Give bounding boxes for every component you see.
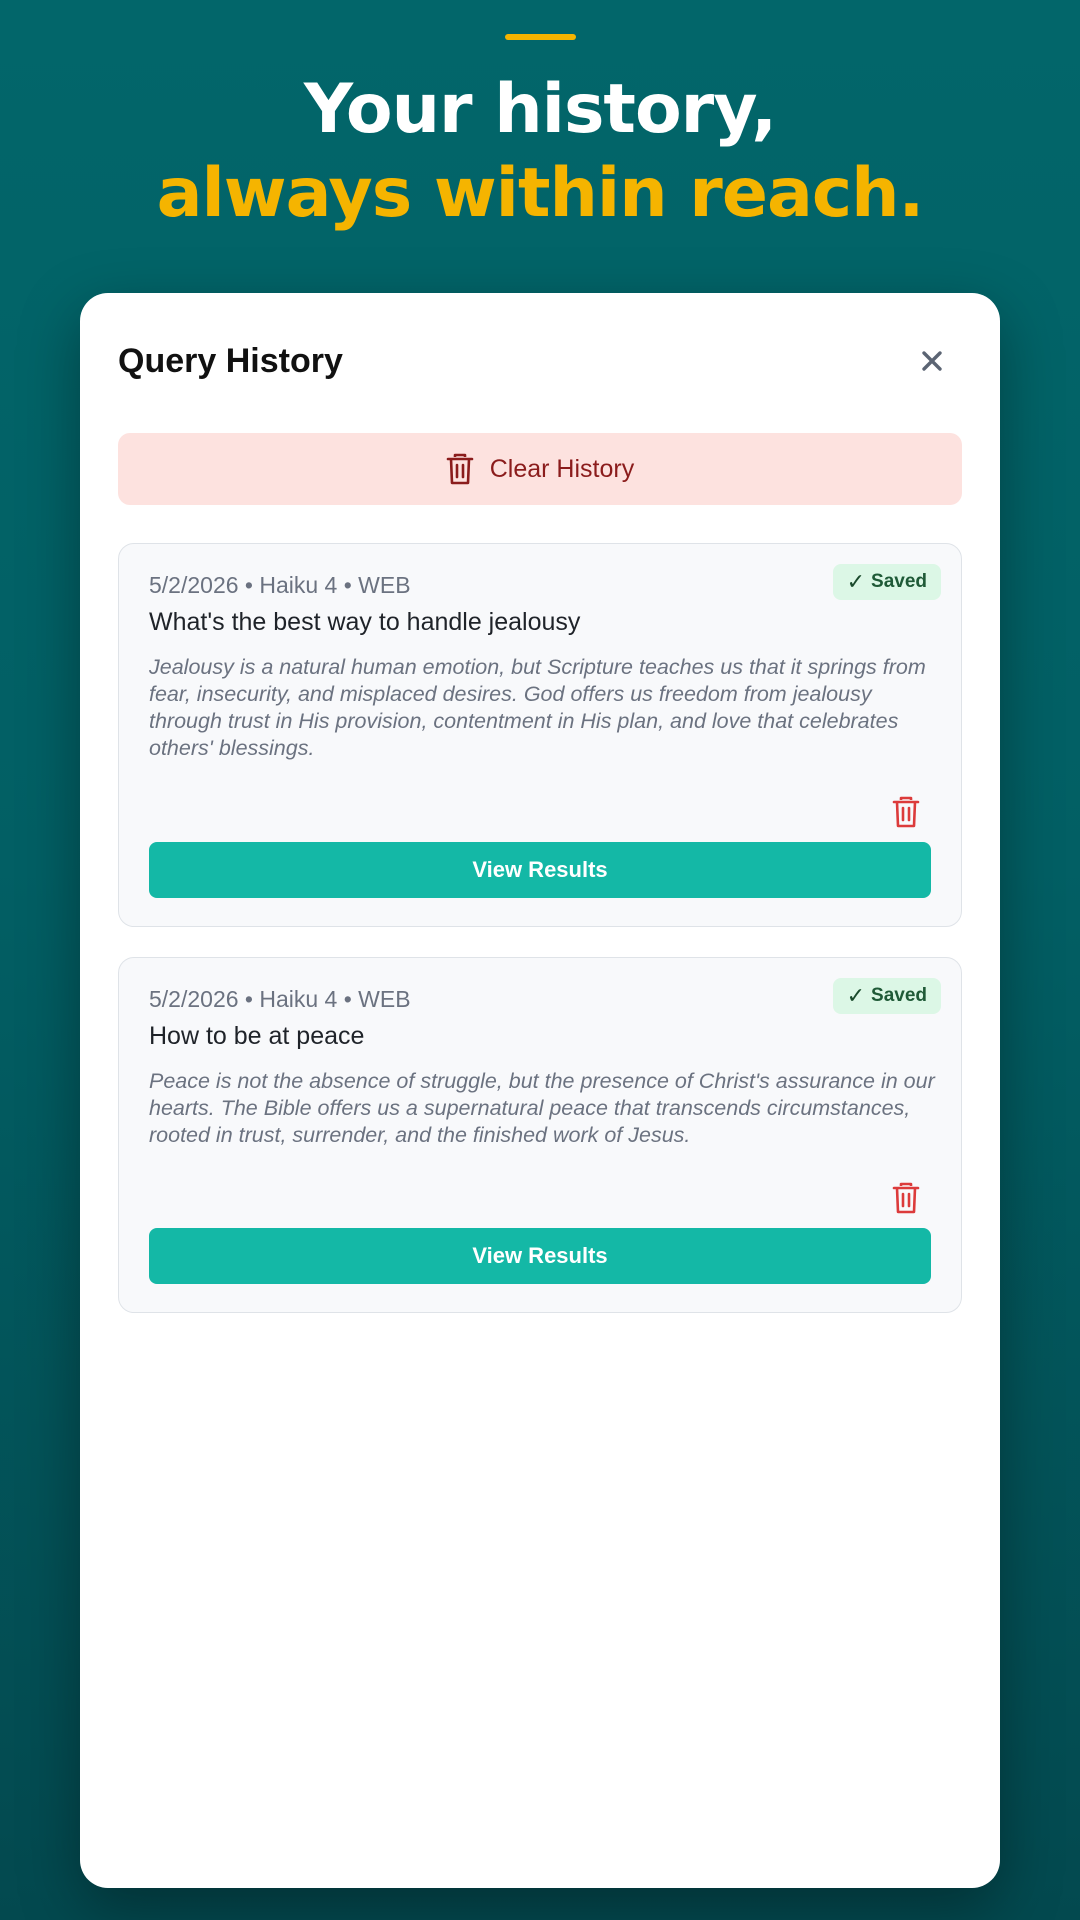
query-history-modal: Query History Clear History 5/2/2026 • H… xyxy=(80,293,1000,1888)
modal-header: Query History xyxy=(118,331,962,391)
view-results-button[interactable]: View Results xyxy=(149,842,931,898)
trash-icon xyxy=(892,1182,920,1214)
history-entry: 5/2/2026 • Haiku 4 • WEB ✓ Saved What's … xyxy=(118,543,962,927)
hero-line-2: always within reach. xyxy=(156,154,925,233)
delete-entry-button[interactable] xyxy=(889,792,923,832)
close-button[interactable] xyxy=(912,341,952,381)
entry-question: How to be at peace xyxy=(149,1022,365,1050)
modal-title: Query History xyxy=(118,342,343,380)
trash-icon xyxy=(892,796,920,828)
check-icon: ✓ xyxy=(846,983,866,1008)
trash-icon xyxy=(446,453,474,485)
close-icon xyxy=(922,351,942,371)
entry-summary: Peace is not the absence of struggle, bu… xyxy=(149,1069,935,1147)
hero-headline: Your history, always within reach. xyxy=(0,68,1080,236)
entry-question: What's the best way to handle jealousy xyxy=(149,608,581,636)
clear-history-button[interactable]: Clear History xyxy=(118,433,962,505)
saved-badge-label: Saved xyxy=(871,571,927,592)
saved-badge-label: Saved xyxy=(871,985,927,1006)
entry-summary: Jealousy is a natural human emotion, but… xyxy=(149,655,926,760)
view-results-button[interactable]: View Results xyxy=(149,1228,931,1284)
history-entry: 5/2/2026 • Haiku 4 • WEB ✓ Saved How to … xyxy=(118,957,962,1313)
hero-line-1: Your history, xyxy=(303,70,777,149)
check-icon: ✓ xyxy=(846,569,866,594)
clear-history-label: Clear History xyxy=(489,454,635,483)
entry-meta: 5/2/2026 • Haiku 4 • WEB xyxy=(149,986,411,1012)
delete-entry-button[interactable] xyxy=(889,1178,923,1218)
saved-badge: ✓ Saved xyxy=(832,564,941,600)
entry-meta: 5/2/2026 • Haiku 4 • WEB xyxy=(149,572,411,598)
accent-bar xyxy=(505,34,576,40)
saved-badge: ✓ Saved xyxy=(832,978,941,1014)
